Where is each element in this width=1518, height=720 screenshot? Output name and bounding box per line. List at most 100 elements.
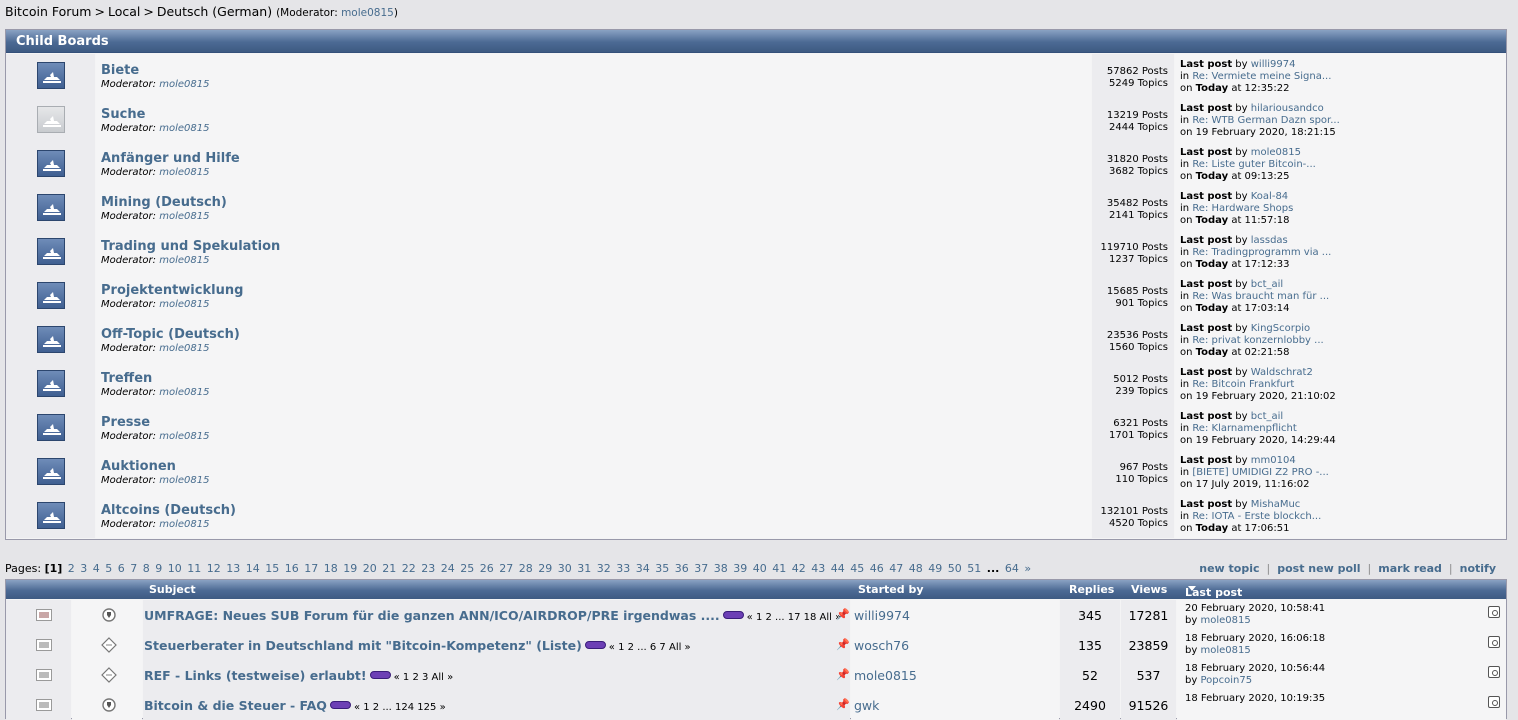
page-link[interactable]: 31 xyxy=(577,562,591,575)
last-post-author-link[interactable]: hilariousandco xyxy=(1251,103,1324,114)
last-post-author-link[interactable]: KingScorpio xyxy=(1251,323,1310,334)
topic-last-post-author-link[interactable]: Popcoin75 xyxy=(1200,675,1252,686)
board-name-link[interactable]: Auktionen xyxy=(101,459,176,474)
last-post-topic-link[interactable]: Re: WTB German Dazn spor... xyxy=(1192,115,1339,126)
page-link[interactable]: 4 xyxy=(93,562,100,575)
breadcrumb-deutsch[interactable]: Deutsch (German) xyxy=(157,4,272,19)
last-post-topic-link[interactable]: Re: Hardware Shops xyxy=(1192,203,1293,214)
topic-last-post-author-link[interactable]: mole0815 xyxy=(1200,645,1250,656)
new-badge-icon[interactable] xyxy=(584,641,606,649)
last-post-jump-icon[interactable] xyxy=(1488,636,1500,648)
moderator-link[interactable]: mole0815 xyxy=(159,123,209,134)
moderator-link[interactable]: mole0815 xyxy=(159,211,209,222)
page-link[interactable]: 13 xyxy=(226,562,240,575)
page-link[interactable]: 29 xyxy=(538,562,552,575)
last-post-topic-link[interactable]: Re: IOTA - Erste blockch... xyxy=(1192,511,1321,522)
board-name-link[interactable]: Altcoins (Deutsch) xyxy=(101,503,236,518)
header-started-by[interactable]: Started by xyxy=(858,583,924,596)
page-link[interactable]: 39 xyxy=(733,562,747,575)
last-post-author-link[interactable]: mm0104 xyxy=(1251,455,1296,466)
last-post-topic-link[interactable]: Re: Vermiete meine Signa... xyxy=(1192,71,1331,82)
moderator-link[interactable]: mole0815 xyxy=(159,299,209,310)
page-link[interactable]: 18 xyxy=(324,562,338,575)
board-name-link[interactable]: Mining (Deutsch) xyxy=(101,195,227,210)
topic-page-links[interactable]: « 1 2 ... 6 7 All » xyxy=(609,642,691,653)
last-post-topic-link[interactable]: [BIETE] UMIDIGI Z2 PRO -... xyxy=(1192,467,1329,478)
moderator-link[interactable]: mole0815 xyxy=(159,167,209,178)
page-link[interactable]: 32 xyxy=(597,562,611,575)
header-replies[interactable]: Replies xyxy=(1069,583,1114,596)
topic-page-links[interactable]: « 1 2 ... 17 18 All » xyxy=(747,612,842,623)
page-link[interactable]: 3 xyxy=(80,562,87,575)
new-badge-icon[interactable] xyxy=(329,701,351,709)
page-link[interactable]: 2 xyxy=(68,562,75,575)
page-link[interactable]: 11 xyxy=(187,562,201,575)
page-link[interactable]: 38 xyxy=(714,562,728,575)
page-link[interactable]: 30 xyxy=(558,562,572,575)
board-name-link[interactable]: Treffen xyxy=(101,371,152,386)
page-link[interactable]: 47 xyxy=(889,562,903,575)
page-link[interactable]: 49 xyxy=(928,562,942,575)
last-post-jump-icon[interactable] xyxy=(1488,606,1500,618)
page-link[interactable]: 5 xyxy=(105,562,112,575)
topic-starter-link[interactable]: willi9974 xyxy=(854,608,910,623)
mark-read-link[interactable]: mark read xyxy=(1378,562,1442,575)
page-link[interactable]: 6 xyxy=(118,562,125,575)
last-post-author-link[interactable]: willi9974 xyxy=(1251,59,1296,70)
page-link[interactable]: 44 xyxy=(831,562,845,575)
page-link[interactable]: 21 xyxy=(382,562,396,575)
header-views[interactable]: Views xyxy=(1131,583,1167,596)
page-link[interactable]: 24 xyxy=(441,562,455,575)
board-name-link[interactable]: Off-Topic (Deutsch) xyxy=(101,327,240,342)
topic-starter-link[interactable]: mole0815 xyxy=(854,668,917,683)
breadcrumb-local[interactable]: Local xyxy=(108,4,140,19)
page-next-link[interactable]: » xyxy=(1024,562,1031,575)
moderator-link[interactable]: mole0815 xyxy=(159,343,209,354)
last-post-topic-link[interactable]: Re: Klarnamenpflicht xyxy=(1192,423,1296,434)
page-link[interactable]: 48 xyxy=(909,562,923,575)
board-name-link[interactable]: Biete xyxy=(101,63,139,78)
page-link[interactable]: 26 xyxy=(480,562,494,575)
page-link[interactable]: 40 xyxy=(753,562,767,575)
last-post-author-link[interactable]: bct_ail xyxy=(1251,279,1283,290)
page-link[interactable]: 16 xyxy=(285,562,299,575)
moderator-link[interactable]: mole0815 xyxy=(159,431,209,442)
topic-page-links[interactable]: « 1 2 3 All » xyxy=(394,672,454,683)
page-link[interactable]: 41 xyxy=(772,562,786,575)
board-name-link[interactable]: Trading und Spekulation xyxy=(101,239,280,254)
board-name-link[interactable]: Presse xyxy=(101,415,150,430)
board-name-link[interactable]: Projektentwicklung xyxy=(101,283,243,298)
topic-starter-link[interactable]: wosch76 xyxy=(854,638,909,653)
topic-last-post-author-link[interactable]: mole0815 xyxy=(1200,615,1250,626)
page-link[interactable]: 8 xyxy=(143,562,150,575)
page-link[interactable]: 34 xyxy=(636,562,650,575)
new-badge-icon[interactable] xyxy=(369,671,391,679)
page-link[interactable]: 28 xyxy=(519,562,533,575)
page-link[interactable]: 23 xyxy=(421,562,435,575)
page-link[interactable]: 50 xyxy=(948,562,962,575)
page-link[interactable]: 35 xyxy=(655,562,669,575)
page-link[interactable]: 46 xyxy=(870,562,884,575)
last-post-author-link[interactable]: MishaMuc xyxy=(1251,499,1301,510)
page-link[interactable]: 42 xyxy=(792,562,806,575)
page-link[interactable]: 12 xyxy=(207,562,221,575)
page-link[interactable]: 9 xyxy=(155,562,162,575)
moderator-link[interactable]: mole0815 xyxy=(159,79,209,90)
moderator-link[interactable]: mole0815 xyxy=(159,255,209,266)
post-new-poll-link[interactable]: post new poll xyxy=(1277,562,1360,575)
last-post-author-link[interactable]: Waldschrat2 xyxy=(1251,367,1313,378)
notify-link[interactable]: notify xyxy=(1460,562,1496,575)
page-link-last[interactable]: 64 xyxy=(1005,562,1019,575)
page-link[interactable]: 27 xyxy=(499,562,513,575)
last-post-author-link[interactable]: mole0815 xyxy=(1251,147,1301,158)
page-link[interactable]: 33 xyxy=(616,562,630,575)
last-post-topic-link[interactable]: Re: Was braucht man für ... xyxy=(1192,291,1329,302)
last-post-jump-icon[interactable] xyxy=(1488,696,1500,708)
new-badge-icon[interactable] xyxy=(722,611,744,619)
last-post-topic-link[interactable]: Re: Liste guter Bitcoin-... xyxy=(1192,159,1316,170)
page-link[interactable]: 20 xyxy=(363,562,377,575)
topic-subject-link[interactable]: REF - Links (testweise) erlaubt! xyxy=(144,668,367,683)
last-post-jump-icon[interactable] xyxy=(1488,666,1500,678)
topic-page-links[interactable]: « 1 2 ... 124 125 » xyxy=(354,702,446,713)
page-link[interactable]: 15 xyxy=(265,562,279,575)
